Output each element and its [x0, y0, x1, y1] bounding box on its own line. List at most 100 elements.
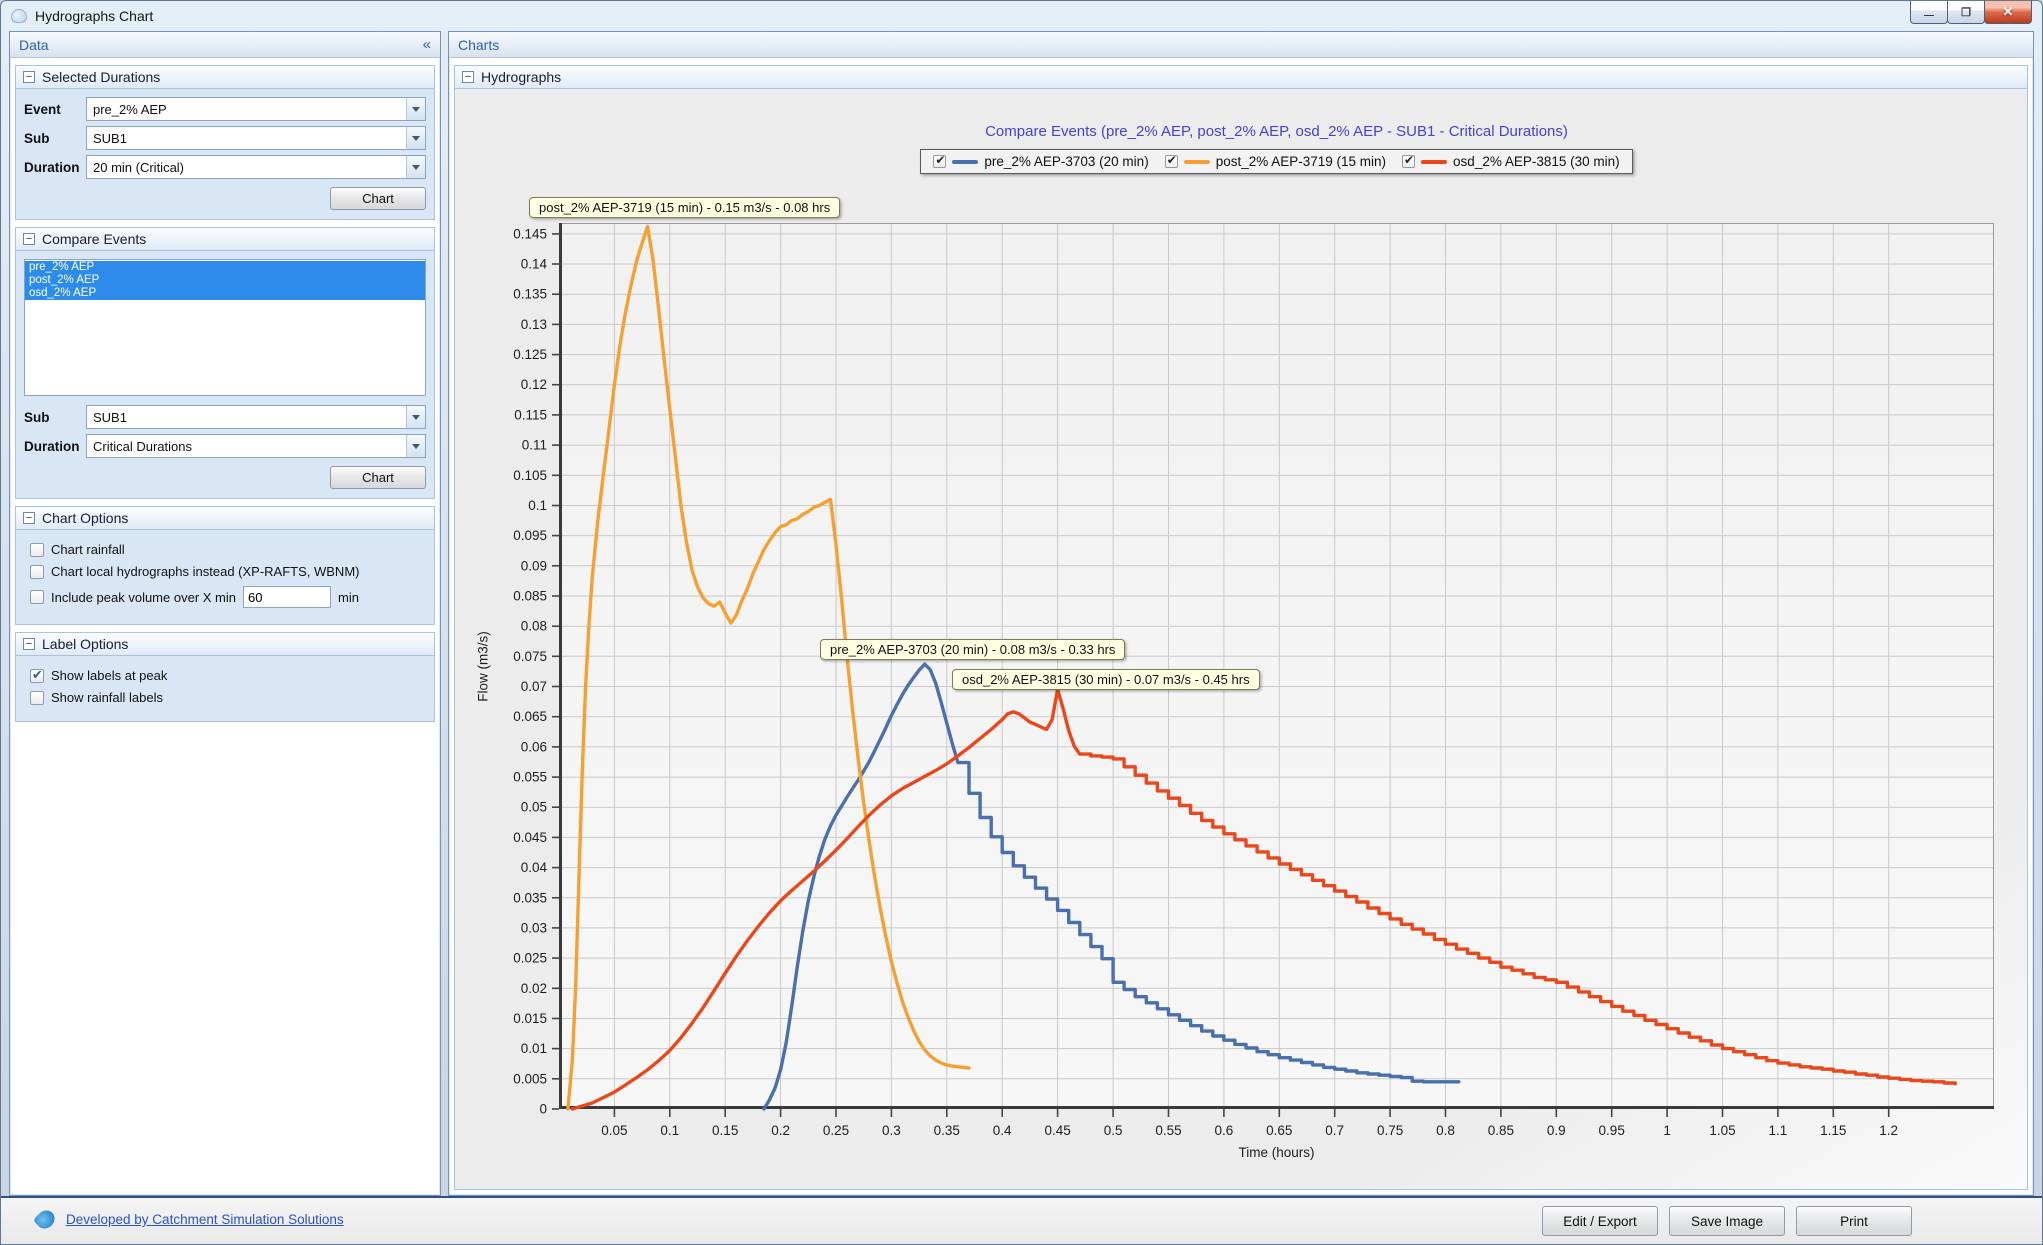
svg-text:0.08: 0.08: [521, 619, 547, 634]
duration-dropdown[interactable]: 20 min (Critical): [86, 155, 426, 179]
checkbox[interactable]: [30, 590, 44, 604]
svg-text:1: 1: [1663, 1123, 1671, 1138]
option-rainfall-labels: Show rainfall labels: [30, 690, 426, 705]
checkbox[interactable]: [30, 669, 44, 683]
chevron-down-icon[interactable]: [406, 435, 425, 457]
option-labels-at-peak: Show labels at peak: [30, 668, 426, 683]
compare-duration-dropdown[interactable]: Critical Durations: [86, 434, 426, 458]
chart-button-compare[interactable]: Chart: [330, 466, 426, 489]
svg-text:0.1: 0.1: [660, 1123, 679, 1138]
svg-text:1.2: 1.2: [1879, 1123, 1898, 1138]
sub-dropdown[interactable]: SUB1: [86, 126, 426, 150]
svg-text:1.15: 1.15: [1820, 1123, 1846, 1138]
collapse-group-icon[interactable]: [23, 512, 35, 524]
group-chart-options-header[interactable]: Chart Options: [16, 507, 434, 530]
chevron-down-icon[interactable]: [406, 98, 425, 120]
group-selected-durations-header[interactable]: Selected Durations: [16, 66, 434, 89]
svg-text:0.45: 0.45: [1044, 1123, 1070, 1138]
credit-link[interactable]: Developed by Catchment Simulation Soluti…: [66, 1212, 344, 1227]
legend-checkbox[interactable]: [933, 155, 946, 168]
maximize-icon[interactable]: [1947, 1, 1985, 24]
group-label-options-header[interactable]: Label Options: [16, 633, 434, 656]
svg-text:0.01: 0.01: [521, 1041, 547, 1056]
svg-text:0.05: 0.05: [601, 1123, 627, 1138]
legend-checkbox[interactable]: [1165, 155, 1178, 168]
svg-text:1.1: 1.1: [1769, 1123, 1788, 1138]
chevron-down-icon[interactable]: [406, 406, 425, 428]
group-title: Compare Events: [42, 231, 146, 247]
chevron-down-icon[interactable]: [406, 156, 425, 178]
svg-text:0.9: 0.9: [1547, 1123, 1566, 1138]
checkbox[interactable]: [30, 691, 44, 705]
chart-button-selected[interactable]: Chart: [330, 187, 426, 210]
group-chart-options: Chart Options Chart rainfall Chart local…: [15, 506, 435, 625]
svg-text:0.95: 0.95: [1599, 1123, 1625, 1138]
legend-item[interactable]: post_2% AEP-3719 (15 min): [1165, 154, 1386, 169]
legend-item[interactable]: pre_2% AEP-3703 (20 min): [933, 154, 1148, 169]
svg-text:0.85: 0.85: [1488, 1123, 1514, 1138]
duration-row: Duration 20 min (Critical): [24, 155, 426, 179]
svg-text:0.135: 0.135: [513, 287, 547, 302]
group-compare-events-header[interactable]: Compare Events: [16, 228, 434, 251]
event-row: Event pre_2% AEP: [24, 97, 426, 121]
svg-text:0.105: 0.105: [513, 468, 547, 483]
print-button[interactable]: Print: [1796, 1206, 1912, 1236]
svg-text:0.1: 0.1: [528, 498, 547, 513]
legend-swatch: [1184, 160, 1210, 164]
list-item[interactable]: osd_2% AEP: [25, 287, 425, 300]
sub-label: Sub: [24, 131, 86, 146]
save-image-button[interactable]: Save Image: [1669, 1206, 1785, 1236]
peak-label-pre[interactable]: pre_2% AEP-3703 (20 min) - 0.08 m3/s - 0…: [820, 639, 1125, 660]
css-logo-icon: [33, 1207, 58, 1232]
main-content: Data « Selected Durations Event pre_2% A…: [9, 31, 2034, 1196]
checkbox[interactable]: [30, 565, 44, 579]
peak-label-post[interactable]: post_2% AEP-3719 (15 min) - 0.15 m3/s - …: [529, 197, 840, 218]
close-icon[interactable]: [1984, 1, 2032, 24]
svg-text:0.04: 0.04: [521, 860, 548, 875]
svg-text:0.075: 0.075: [513, 649, 547, 664]
plot-svg[interactable]: 00.0050.010.0150.020.0250.030.0350.040.0…: [559, 223, 1994, 1109]
svg-text:0.11: 0.11: [522, 438, 547, 453]
list-item[interactable]: pre_2% AEP: [25, 261, 425, 274]
option-chart-rainfall: Chart rainfall: [30, 542, 426, 557]
peak-volume-input[interactable]: [243, 586, 331, 608]
duration-label: Duration: [24, 439, 86, 454]
list-item[interactable]: post_2% AEP: [25, 274, 425, 287]
svg-text:0.045: 0.045: [513, 830, 547, 845]
app-icon: [11, 9, 27, 23]
event-dropdown[interactable]: pre_2% AEP: [86, 97, 426, 121]
sub-row: Sub SUB1: [24, 126, 426, 150]
svg-text:0.025: 0.025: [513, 951, 547, 966]
collapse-group-icon[interactable]: [462, 71, 474, 83]
peak-label-osd[interactable]: osd_2% AEP-3815 (30 min) - 0.07 m3/s - 0…: [952, 669, 1260, 690]
minimize-icon[interactable]: [1910, 1, 1948, 24]
collapse-group-icon[interactable]: [23, 638, 35, 650]
title-bar[interactable]: Hydrographs Chart: [1, 1, 2042, 31]
collapse-panel-icon[interactable]: «: [423, 36, 431, 53]
edit-export-button[interactable]: Edit / Export: [1542, 1206, 1658, 1236]
svg-text:0.65: 0.65: [1266, 1123, 1292, 1138]
compare-sub-dropdown[interactable]: SUB1: [86, 405, 426, 429]
collapse-group-icon[interactable]: [23, 233, 35, 245]
svg-text:0.15: 0.15: [712, 1123, 738, 1138]
compare-events-list[interactable]: pre_2% AEPpost_2% AEPosd_2% AEP: [24, 259, 426, 396]
svg-text:0.115: 0.115: [514, 407, 547, 422]
chevron-down-icon[interactable]: [406, 127, 425, 149]
group-compare-events: Compare Events pre_2% AEPpost_2% AEPosd_…: [15, 227, 435, 499]
group-title: Selected Durations: [42, 69, 160, 85]
svg-text:0.07: 0.07: [521, 679, 547, 694]
legend-checkbox[interactable]: [1402, 155, 1415, 168]
svg-text:0.4: 0.4: [993, 1123, 1012, 1138]
chart-area: Compare Events (pre_2% AEP, post_2% AEP,…: [454, 88, 2028, 1190]
footer-bar: Developed by Catchment Simulation Soluti…: [1, 1196, 2042, 1244]
svg-text:0.095: 0.095: [513, 528, 547, 543]
legend-item[interactable]: osd_2% AEP-3815 (30 min): [1402, 154, 1620, 169]
svg-text:0.7: 0.7: [1325, 1123, 1344, 1138]
app-window: Hydrographs Chart Data « Selected Durati…: [0, 0, 2043, 1245]
checkbox[interactable]: [30, 543, 44, 557]
collapse-group-icon[interactable]: [23, 71, 35, 83]
x-axis-label: Time (hours): [559, 1145, 1994, 1160]
compare-duration-row: Duration Critical Durations: [24, 434, 426, 458]
svg-text:0.125: 0.125: [513, 347, 547, 362]
hydrographs-group-header[interactable]: Hydrographs: [454, 65, 2028, 88]
